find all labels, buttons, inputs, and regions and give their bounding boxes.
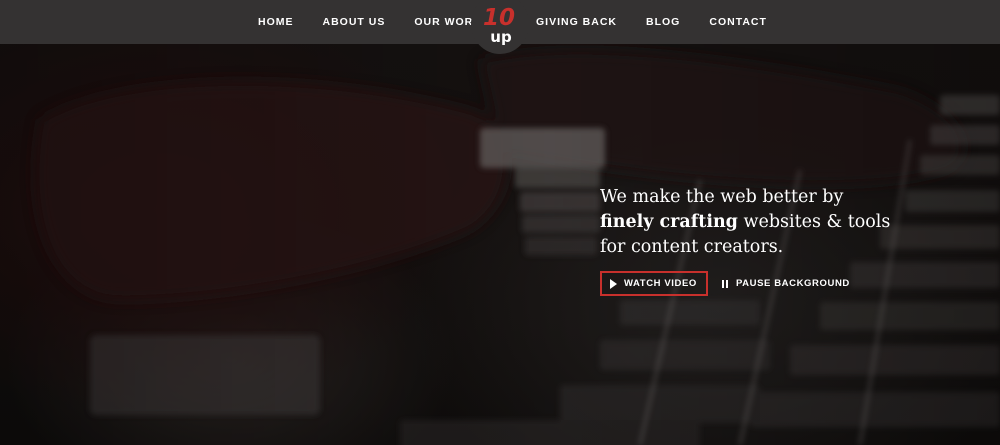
- hero-actions: WATCH VIDEO PAUSE BACKGROUND: [600, 271, 850, 296]
- hero-headline: We make the web better by finely craftin…: [600, 185, 900, 260]
- headline-line-3: for content creators.: [600, 237, 784, 257]
- pause-background-button[interactable]: PAUSE BACKGROUND: [721, 278, 850, 289]
- primary-nav-right: GIVING BACK BLOG CONTACT: [536, 0, 796, 44]
- watch-video-button[interactable]: WATCH VIDEO: [600, 271, 708, 296]
- nav-link-contact[interactable]: CONTACT: [709, 16, 767, 28]
- watch-video-label: WATCH VIDEO: [624, 278, 697, 289]
- logo-mark-bottom: up: [490, 28, 512, 46]
- headline-emphasis: finely crafting: [600, 212, 738, 232]
- pause-background-label: PAUSE BACKGROUND: [735, 278, 850, 289]
- headline-line-2-rest: websites & tools: [737, 212, 891, 232]
- nav-link-about-us[interactable]: ABOUT US: [323, 16, 386, 28]
- play-icon: [610, 278, 617, 289]
- nav-link-giving-back[interactable]: GIVING BACK: [536, 16, 617, 28]
- nav-link-blog[interactable]: BLOG: [646, 16, 680, 28]
- pause-icon: [721, 279, 729, 288]
- page: HOME ABOUT US OUR WORK GIVING BACK BLOG …: [0, 0, 1000, 445]
- headline-line-1: We make the web better by: [600, 187, 844, 207]
- nav-link-home[interactable]: HOME: [258, 16, 294, 28]
- tenup-logo-icon: 10 up: [483, 5, 515, 46]
- headline-line-2: finely crafting websites & tools: [600, 210, 900, 235]
